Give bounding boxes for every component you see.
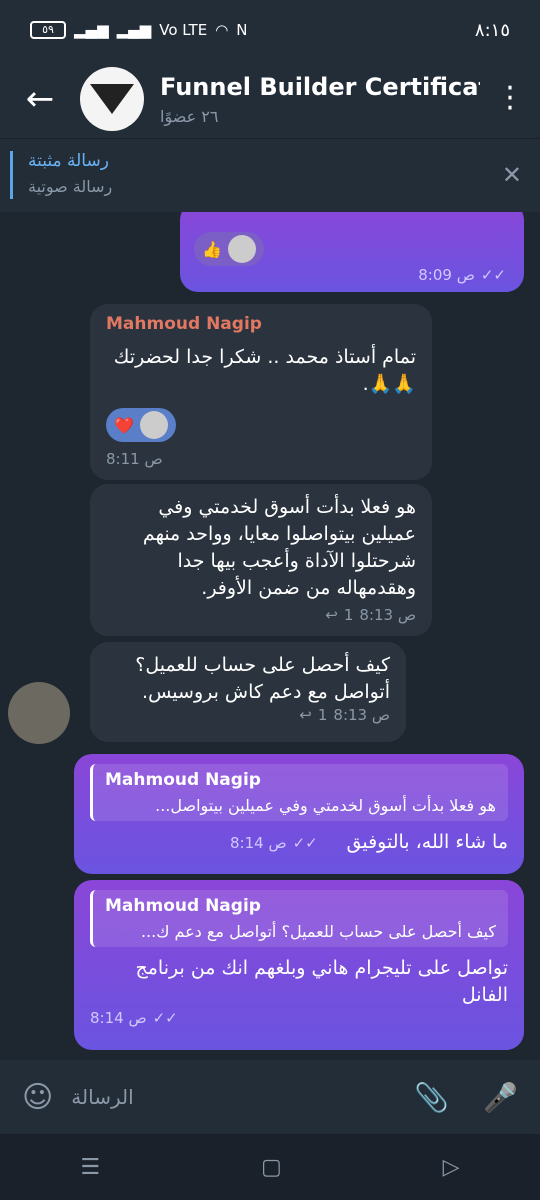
reply-icon: ↩ — [299, 706, 312, 724]
battery-icon: ٥٩ — [30, 21, 66, 39]
wifi-icon: ◠ — [215, 21, 229, 39]
message-text: تواصل على تليجرام هاني وبلغهم انك من برن… — [135, 957, 508, 1006]
close-icon[interactable]: ✕ — [502, 161, 522, 189]
avatar — [139, 411, 168, 439]
double-check-icon: ✓✓ — [480, 266, 506, 284]
message-time: 8:11 ص — [106, 450, 163, 468]
signal-icon-2: ▂▄▆ — [116, 21, 152, 39]
message-input-bar: ☺ الرسالة 📎 🎤 — [0, 1060, 540, 1134]
microphone-icon[interactable]: 🎤 — [483, 1081, 518, 1114]
message-bubble[interactable]: 👍 8:09 ص ✓✓ — [180, 212, 524, 292]
pinned-title: رسالة مثبتة — [28, 151, 109, 171]
message-bubble[interactable]: هو فعلا بدأت أسوق لخدمتي وفي عميلين بيتو… — [90, 484, 432, 636]
member-count: ٢٦ عضوًا — [160, 106, 219, 126]
message-bubble[interactable]: كيف أحصل على حساب للعميل؟ أتواصل مع دعم … — [90, 642, 406, 742]
emoji-icon[interactable]: ☺ — [22, 1080, 53, 1115]
reaction-chip[interactable]: 👍 — [194, 232, 264, 266]
group-title: Funnel Builder Certificat — [160, 72, 480, 101]
chat-header: ← Funnel Builder Certificat ٢٦ عضوًا · · · — [0, 60, 540, 138]
status-time: ٨:١٥ — [474, 19, 510, 41]
thumbs-up-icon: 👍 — [202, 239, 222, 259]
reply-text: هو فعلا بدأت أسوق لخدمتي وفي عميلين بيتو… — [155, 796, 496, 815]
chat-area: 👍 8:09 ص ✓✓ Mahmoud Nagip تمام أستاذ محمد… — [0, 212, 540, 1060]
more-menu-icon[interactable]: · · · — [480, 74, 540, 124]
group-avatar[interactable] — [80, 67, 144, 131]
nfc-icon: N — [236, 21, 248, 39]
message-input[interactable]: الرسالة — [71, 1085, 380, 1109]
volte-label: Vo LTE — [159, 21, 208, 39]
avatar[interactable] — [8, 682, 70, 744]
message-text: ما شاء الله، بالتوفيق — [346, 831, 508, 853]
message-time: 8:09 ص — [418, 266, 475, 284]
message-time: 8:13 ص — [333, 706, 390, 724]
funnel-icon — [90, 84, 134, 114]
reply-count[interactable]: 1 — [318, 706, 328, 724]
sender-name: Mahmoud Nagip — [106, 314, 262, 334]
signal-icon: ▂▄▆ — [74, 21, 109, 39]
message-bubble[interactable]: Mahmoud Nagip كيف أحصل على حساب للعميل؟ … — [74, 880, 524, 1050]
message-bubble[interactable]: Mahmoud Nagip تمام أستاذ محمد .. شكرا جد… — [90, 304, 432, 480]
pin-indicator — [10, 151, 13, 199]
system-nav-bar: ☰ ▢ ▷ — [0, 1134, 540, 1200]
back-icon[interactable]: ▷ — [443, 1155, 460, 1180]
reply-preview[interactable]: Mahmoud Nagip هو فعلا بدأت أسوق لخدمتي و… — [90, 764, 508, 821]
reaction-chip[interactable]: ❤️ — [106, 408, 176, 442]
message-bubble[interactable]: Mahmoud Nagip هو فعلا بدأت أسوق لخدمتي و… — [74, 754, 524, 874]
reply-text: كيف أحصل على حساب للعميل؟ أتواصل مع دعم … — [140, 922, 496, 941]
double-check-icon: ✓✓ — [292, 833, 318, 852]
pinned-message-bar[interactable]: رسالة مثبتة رسالة صوتية ✕ — [0, 138, 540, 212]
message-time: 8:13 ص — [359, 606, 416, 624]
status-bar: ٥٩ ▂▄▆ ▂▄▆ Vo LTE ◠ N ٨:١٥ — [0, 0, 540, 60]
reply-icon: ↩ — [325, 606, 338, 624]
home-icon[interactable]: ▢ — [261, 1155, 282, 1180]
attach-icon[interactable]: 📎 — [414, 1081, 449, 1114]
message-text: تمام أستاذ محمد .. شكرا جدا لحضرتك 🙏🙏. — [113, 346, 416, 395]
avatar — [227, 235, 256, 263]
pinned-text: رسالة صوتية — [28, 177, 113, 196]
message-text: هو فعلا بدأت أسوق لخدمتي وفي عميلين بيتو… — [142, 496, 416, 599]
double-check-icon: ✓✓ — [152, 1009, 178, 1027]
reply-sender: Mahmoud Nagip — [105, 896, 261, 916]
reply-preview[interactable]: Mahmoud Nagip كيف أحصل على حساب للعميل؟ … — [90, 890, 508, 947]
reply-count[interactable]: 1 — [344, 606, 354, 624]
message-time: 8:14 ص — [230, 833, 287, 852]
recent-apps-icon[interactable]: ☰ — [80, 1155, 100, 1180]
message-text: كيف أحصل على حساب للعميل؟ أتواصل مع دعم … — [135, 654, 390, 703]
heart-icon: ❤️ — [114, 415, 134, 435]
back-arrow-icon[interactable]: ← — [0, 79, 80, 119]
reply-sender: Mahmoud Nagip — [105, 770, 261, 790]
header-text[interactable]: Funnel Builder Certificat ٢٦ عضوًا — [160, 73, 480, 126]
message-time: 8:14 ص — [90, 1009, 147, 1027]
